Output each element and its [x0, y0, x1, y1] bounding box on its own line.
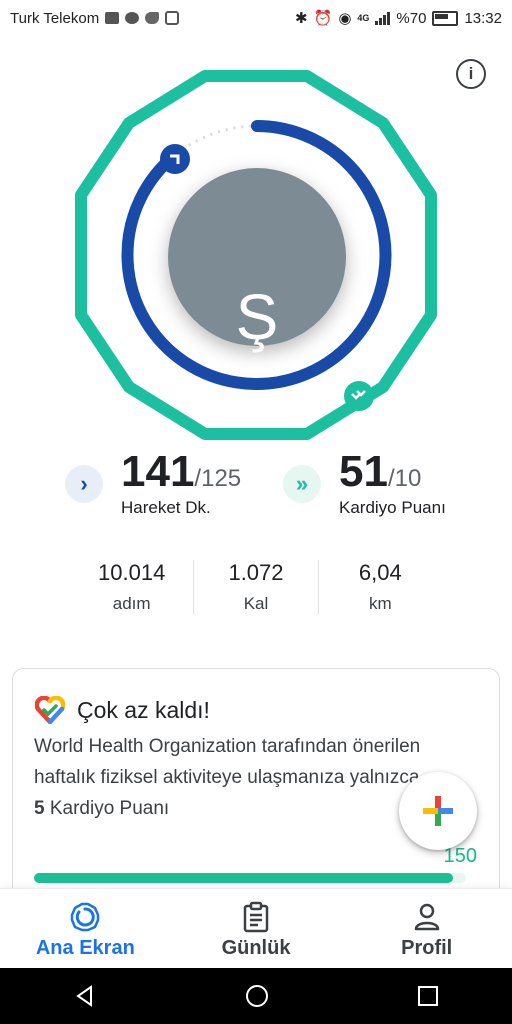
steps-unit: adım	[112, 594, 151, 613]
twitter-icon	[145, 12, 160, 24]
signal-icon	[375, 11, 391, 25]
bluetooth-icon: ✱	[295, 10, 308, 27]
move-minutes-goal: /125	[194, 465, 242, 492]
nav-profile-label: Profil	[401, 936, 453, 959]
heart-points-icon: »	[283, 465, 321, 503]
battery-percent: %70	[396, 9, 427, 27]
weekly-progress-bar	[34, 873, 466, 883]
plus-icon	[423, 796, 453, 826]
activity-rings[interactable]: Ş	[0, 60, 512, 450]
calories-stat: 1.072 Kal	[193, 560, 317, 614]
system-navigation-bar	[0, 968, 512, 1024]
nav-journal-label: Günlük	[221, 936, 291, 959]
battery-icon	[432, 10, 459, 26]
move-minutes-label: Hareket Dk.	[121, 498, 211, 517]
notification-icon	[105, 12, 120, 24]
distance-stat: 6,04 km	[317, 560, 442, 614]
journal-icon	[243, 901, 269, 932]
move-ring-cap	[160, 144, 190, 174]
home-rings-icon	[71, 902, 100, 931]
bottom-navigation: Ana Ekran Günlük Profil	[0, 888, 512, 969]
eye-icon: ◉	[338, 10, 352, 27]
card-message-suffix: Kardiyo Puanı	[44, 798, 170, 819]
rings-graphic	[75, 70, 437, 440]
recents-icon[interactable]	[417, 985, 439, 1007]
carrier-name: Turk Telekom	[10, 9, 100, 27]
steps-value: 10.014	[98, 560, 166, 585]
chat-icon	[125, 12, 140, 24]
calories-value: 1.072	[228, 560, 284, 585]
nav-journal[interactable]: Günlük	[171, 889, 342, 969]
card-message: World Health Organization tarafından öne…	[34, 731, 434, 824]
distance-unit: km	[368, 594, 392, 613]
heart-points-value: 51	[339, 447, 388, 496]
instagram-icon	[165, 11, 180, 25]
daily-stats: 10.014 adım 1.072 Kal 6,04 km	[70, 560, 442, 614]
home-icon[interactable]	[244, 983, 270, 1009]
clock: 13:32	[464, 9, 502, 27]
move-minutes-icon: ›	[65, 465, 103, 503]
profile-icon	[414, 903, 439, 930]
move-minutes-metric[interactable]: › 141/125 Hareket Dk.	[65, 450, 241, 518]
status-right: ✱ ⏰ ◉ 4G %70 13:32	[295, 9, 502, 28]
nav-profile[interactable]: Profil	[341, 889, 512, 969]
network-type: 4G	[357, 13, 370, 23]
distance-value: 6,04	[358, 560, 402, 585]
nav-home-label: Ana Ekran	[35, 936, 135, 959]
status-left: Turk Telekom	[10, 9, 180, 27]
move-minutes-value: 141	[121, 447, 195, 496]
card-title: Çok az kaldı!	[77, 697, 210, 723]
back-icon[interactable]	[73, 984, 97, 1008]
nav-home[interactable]: Ana Ekran	[0, 889, 171, 969]
alarm-icon: ⏰	[313, 10, 333, 27]
add-activity-button[interactable]	[399, 772, 477, 850]
avatar	[168, 168, 346, 346]
weekly-progress-fill	[34, 873, 454, 883]
calories-unit: Kal	[243, 594, 269, 613]
heart-points-label: Kardiyo Puanı	[339, 498, 446, 517]
card-message-highlight: 5	[34, 798, 45, 819]
steps-stat: 10.014 adım	[70, 560, 193, 614]
heart-points-goal: /10	[387, 465, 422, 492]
heart-points-metric[interactable]: » 51/10 Kardiyo Puanı	[283, 450, 446, 518]
status-bar: Turk Telekom ✱ ⏰ ◉ 4G %70 13:32	[0, 0, 512, 36]
card-message-prefix: World Health Organization tarafından öne…	[34, 736, 421, 788]
heart-logo-icon	[35, 696, 65, 724]
